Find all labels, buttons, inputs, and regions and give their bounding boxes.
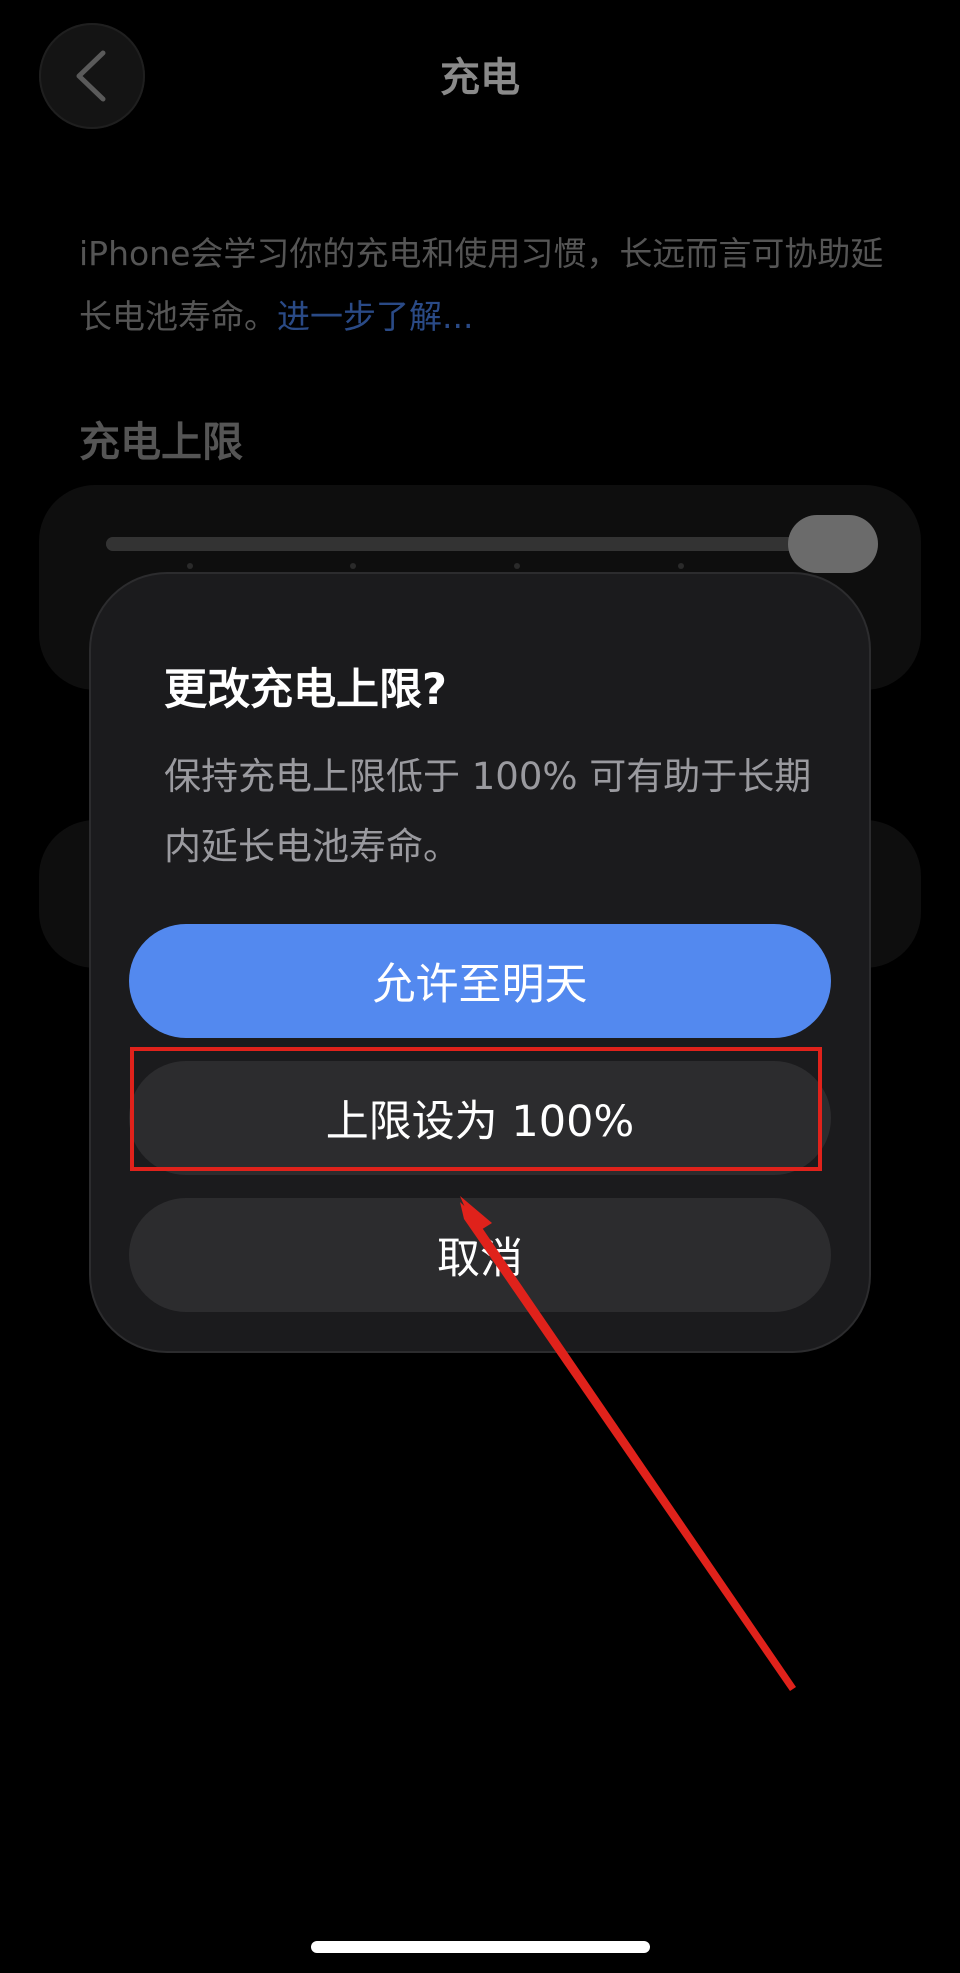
slider-tick bbox=[350, 563, 356, 569]
slider-tick bbox=[514, 563, 520, 569]
change-limit-alert: 更改充电上限? 保持充电上限低于 100% 可有助于长期内延长电池寿命。 允许至… bbox=[91, 574, 869, 1351]
page-title: 充电 bbox=[440, 55, 520, 101]
intro-text: iPhone会学习你的充电和使用习惯，长远而言可协助延长电池寿命。进一步了解..… bbox=[79, 222, 889, 348]
intro-description: iPhone会学习你的充电和使用习惯，长远而言可协助延长电池寿命。 bbox=[79, 234, 884, 336]
annotation-highlight-box bbox=[130, 1047, 822, 1171]
slider-tick bbox=[187, 563, 193, 569]
slider-tick bbox=[678, 563, 684, 569]
alert-title: 更改充电上限? bbox=[164, 665, 447, 715]
alert-message: 保持充电上限低于 100% 可有助于长期内延长电池寿命。 bbox=[164, 755, 812, 868]
cancel-button[interactable]: 取消 bbox=[129, 1198, 831, 1312]
charge-limit-slider[interactable] bbox=[106, 537, 856, 551]
slider-fill bbox=[106, 537, 856, 551]
slider-thumb[interactable] bbox=[788, 515, 878, 573]
learn-more-link[interactable]: 进一步了解... bbox=[277, 297, 473, 336]
allow-until-tomorrow-button[interactable]: 允许至明天 bbox=[129, 924, 831, 1038]
home-indicator bbox=[311, 1941, 650, 1953]
charge-limit-header: 充电上限 bbox=[79, 418, 243, 466]
